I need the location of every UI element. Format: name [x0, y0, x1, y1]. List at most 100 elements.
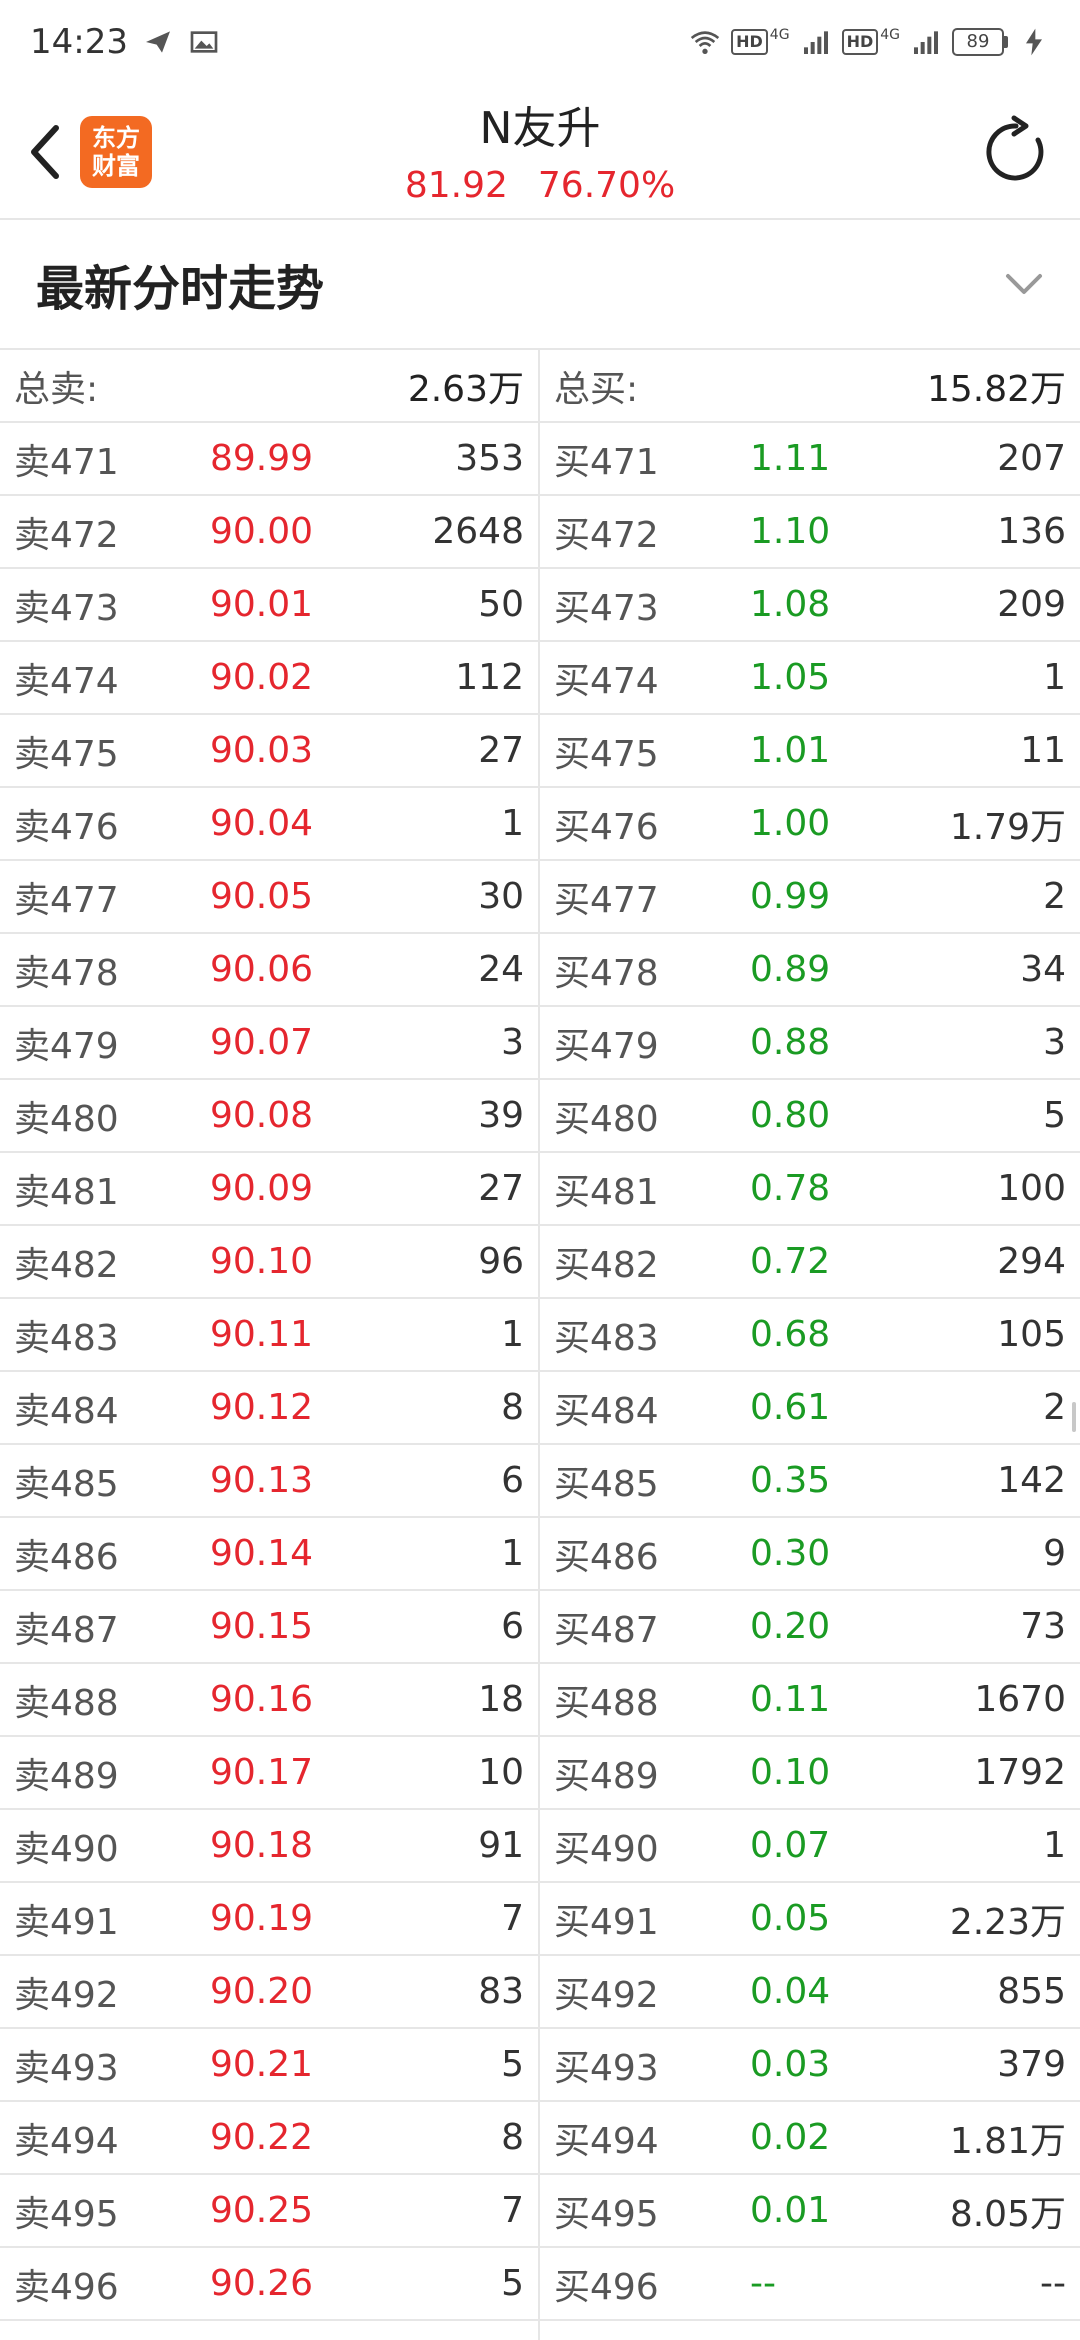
buy-volume: 73 [1020, 1606, 1066, 1647]
buy-row: 买482 0.72 294 [540, 1226, 1080, 1299]
sell-price: 90.19 [210, 1898, 314, 1939]
buy-row: 买475 1.01 11 [540, 715, 1080, 788]
wifi-icon [690, 31, 720, 54]
buy-volume: 1 [1043, 1825, 1066, 1866]
sell-volume: 83 [478, 1971, 524, 2012]
stock-name: N友升 [479, 103, 601, 154]
sell-price: 90.17 [210, 1752, 314, 1793]
order-book: 总卖: 2.63万 卖471 89.99 353 卖472 90.00 2648 卖473 9… [0, 350, 1080, 2340]
sell-level: 卖496 [14, 2266, 119, 2308]
sell-price: 90.05 [210, 876, 314, 917]
sell-volume: 27 [478, 730, 524, 771]
sell-price: 90.01 [210, 584, 314, 625]
sell-row: 卖479 90.07 3 [0, 1007, 538, 1080]
buy-volume: 379 [997, 2044, 1066, 2085]
buy-level: 买481 [554, 1171, 659, 1213]
buy-total-value: 15.82万 [926, 368, 1066, 410]
buy-volume: 1.81万 [949, 2120, 1066, 2162]
buy-level: 买482 [554, 1244, 659, 1286]
sell-volume: 7 [501, 2190, 524, 2231]
buy-price: 0.02 [750, 2117, 831, 2158]
sell-level: 卖486 [14, 1536, 119, 1578]
buy-volume: 2 [1043, 876, 1066, 917]
sell-volume: 24 [478, 949, 524, 990]
sell-volume: 1 [501, 803, 524, 844]
buy-row: 买486 0.30 9 [540, 1518, 1080, 1591]
buy-row: 买492 0.04 855 [540, 1956, 1080, 2029]
scrollbar[interactable] [1072, 1402, 1076, 1432]
sell-row: 卖488 90.16 18 [0, 1664, 538, 1737]
charging-bolt-icon [1026, 28, 1042, 56]
buy-level: 买483 [554, 1317, 659, 1359]
section-header[interactable]: 最新分时走势 [0, 220, 1080, 350]
sell-row: 卖481 90.09 27 [0, 1153, 538, 1226]
sell-price: 90.18 [210, 1825, 314, 1866]
buy-volume: 855 [997, 1971, 1066, 2012]
logo-line-1: 东方 [92, 124, 140, 152]
sell-level: 卖479 [14, 1025, 119, 1067]
buy-volume: 5 [1043, 1095, 1066, 1136]
buy-volume: 1670 [974, 1679, 1066, 1720]
buy-level: 买475 [554, 733, 659, 775]
hd-badge-2: HD [841, 29, 879, 55]
buy-price: 0.04 [750, 1971, 831, 2012]
sell-row: 卖494 90.22 8 [0, 2102, 538, 2175]
sell-price: 90.03 [210, 730, 314, 771]
sell-level: 卖484 [14, 1390, 119, 1432]
sell-level: 卖494 [14, 2120, 119, 2162]
buy-price: 1.05 [750, 657, 831, 698]
sell-list: 卖471 89.99 353 卖472 90.00 2648 卖473 90.01 50 卖474… [0, 423, 538, 2321]
sell-volume: 18 [478, 1679, 524, 1720]
sell-row: 卖472 90.00 2648 [0, 496, 538, 569]
buy-level: 买484 [554, 1390, 659, 1432]
sell-volume: 27 [478, 1168, 524, 1209]
buy-price: 1.08 [750, 584, 831, 625]
sell-total-label: 总卖: [14, 368, 99, 410]
buy-price: 0.78 [750, 1168, 831, 1209]
buy-row: 买481 0.78 100 [540, 1153, 1080, 1226]
buy-price: 0.88 [750, 1022, 831, 1063]
buy-level: 买473 [554, 587, 659, 629]
sell-row: 卖477 90.05 30 [0, 861, 538, 934]
sell-row: 卖495 90.25 7 [0, 2175, 538, 2248]
sell-total-value: 2.63万 [407, 368, 524, 410]
sell-price: 90.22 [210, 2117, 314, 2158]
buy-volume: 1.79万 [949, 806, 1066, 848]
buy-row: 买487 0.20 73 [540, 1591, 1080, 1664]
buy-price: 0.61 [750, 1387, 831, 1428]
buy-level: 买478 [554, 952, 659, 994]
buy-price: 0.01 [750, 2190, 831, 2231]
buy-price: 0.68 [750, 1314, 831, 1355]
sell-volume: 8 [501, 1387, 524, 1428]
sell-price: 89.99 [210, 438, 314, 479]
back-arrow-icon[interactable] [22, 120, 66, 184]
status-bar: 14:23 HD 4G HD 4G 89 [0, 0, 1080, 84]
buy-level: 买487 [554, 1609, 659, 1651]
refresh-icon[interactable] [978, 114, 1054, 190]
sell-volume: 112 [455, 657, 524, 698]
buy-level: 买492 [554, 1974, 659, 2016]
sell-volume: 1 [501, 1314, 524, 1355]
buy-volume: 1792 [974, 1752, 1066, 1793]
sell-row: 卖476 90.04 1 [0, 788, 538, 861]
stock-change-pct: 76.70% [537, 165, 676, 206]
buy-price: 0.05 [750, 1898, 831, 1939]
sell-level: 卖478 [14, 952, 119, 994]
sell-price: 90.15 [210, 1606, 314, 1647]
sell-row: 卖484 90.12 8 [0, 1372, 538, 1445]
buy-price: 0.30 [750, 1533, 831, 1574]
sell-row: 卖483 90.11 1 [0, 1299, 538, 1372]
sell-volume: 5 [501, 2044, 524, 2085]
buy-row: 买491 0.05 2.23万 [540, 1883, 1080, 1956]
paper-plane-icon [145, 31, 170, 53]
sell-row: 卖485 90.13 6 [0, 1445, 538, 1518]
sell-level: 卖475 [14, 733, 119, 775]
chevron-down-icon[interactable] [1004, 272, 1044, 296]
buy-price: 0.35 [750, 1460, 831, 1501]
sell-row: 卖482 90.10 96 [0, 1226, 538, 1299]
buy-row: 买477 0.99 2 [540, 861, 1080, 934]
sell-volume: 96 [478, 1241, 524, 1282]
sell-level: 卖489 [14, 1755, 119, 1797]
sell-row: 卖474 90.02 112 [0, 642, 538, 715]
sell-level: 卖472 [14, 514, 119, 556]
